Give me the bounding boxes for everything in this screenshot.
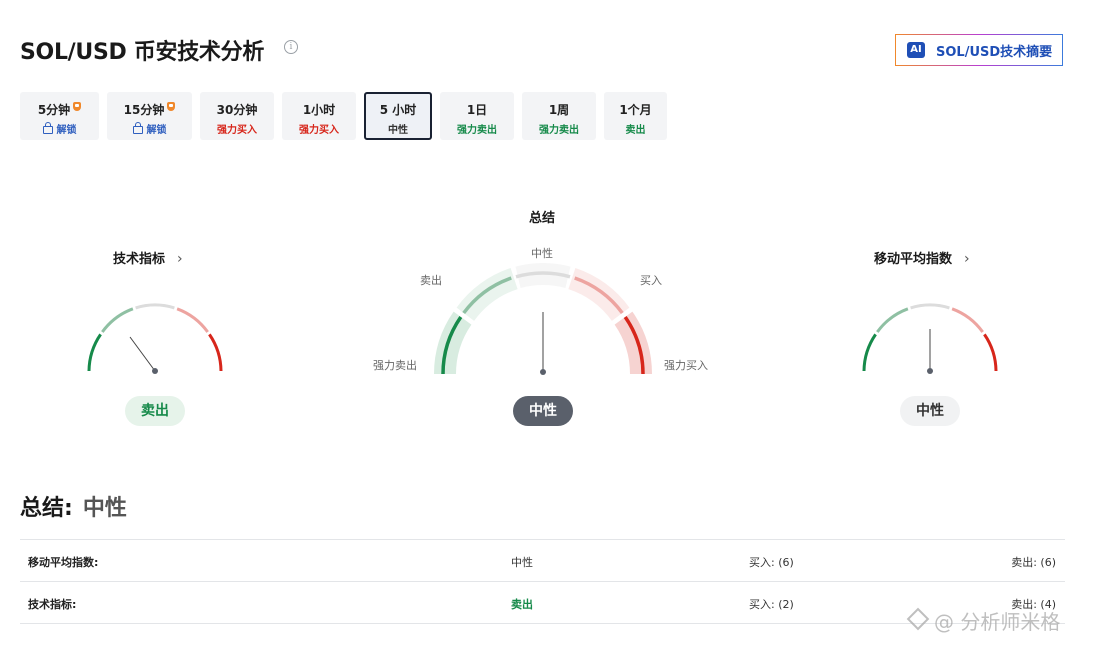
- table-row[interactable]: 移动平均指数: 中性 买入: (6) 卖出: (6): [20, 540, 1065, 582]
- tab-status: 强力卖出: [457, 125, 497, 136]
- row-name: 技术指标:: [28, 598, 77, 611]
- gauge-segment-neutral: [135, 303, 175, 310]
- tab-status: 解锁: [146, 125, 167, 136]
- tab-label: 5 小时: [379, 103, 417, 117]
- gauge-pivot: [927, 368, 933, 374]
- lock-icon: [132, 122, 143, 134]
- lock-icon: [42, 122, 53, 134]
- gauge-segment-sell: [101, 307, 134, 333]
- gauge-segment-neutral: [910, 303, 950, 310]
- gauge-pivot: [152, 368, 158, 374]
- watermark-logo-icon: [906, 607, 930, 631]
- tab-30min[interactable]: 30分钟 强力买入: [200, 92, 274, 140]
- tab-status: 强力买入: [217, 125, 257, 136]
- gauge-title: 技术指标: [113, 252, 166, 267]
- technical-gauge: [87, 303, 223, 374]
- tab-label: 1小时: [302, 103, 336, 117]
- gauge-segment-strong-sell: [87, 333, 102, 372]
- summary-result-badge: 中性: [513, 396, 573, 426]
- gauge-segment-buy: [951, 307, 984, 333]
- moving-average-gauge: [862, 303, 998, 374]
- row-name: 移动平均指数:: [28, 556, 99, 569]
- tab-1w[interactable]: 1周 强力卖出: [522, 92, 596, 140]
- summary-heading: 总结: 中性: [20, 490, 127, 522]
- info-icon[interactable]: i: [284, 40, 298, 54]
- watermark: @ 分析师米格: [906, 606, 1061, 635]
- ai-icon: AI: [907, 42, 925, 58]
- tab-status: 卖出: [625, 125, 646, 136]
- tab-label: 5分钟: [37, 103, 71, 117]
- tab-1h[interactable]: 1小时 强力买入: [282, 92, 356, 140]
- summary-heading-value: 中性: [82, 496, 127, 521]
- moving-average-result-badge: 中性: [900, 396, 960, 426]
- technical-result-badge: 卖出: [125, 396, 185, 426]
- gauge-band-strong-sell: [434, 311, 472, 374]
- tab-status: 解锁: [56, 125, 77, 136]
- gauge-band-strong-buy: [614, 311, 652, 374]
- moving-average-link[interactable]: 移动平均指数 ›: [874, 248, 970, 267]
- pro-badge-icon: [167, 102, 176, 111]
- summary-heading-label: 总结:: [20, 496, 73, 521]
- tab-status: 强力买入: [299, 125, 339, 136]
- technical-indicators-link[interactable]: 技术指标 ›: [113, 248, 183, 267]
- tab-label: 1周: [548, 103, 570, 117]
- row-buy-count: 买入: (6): [749, 556, 794, 569]
- summary-gauge: [434, 263, 652, 375]
- gauge-segment-strong-sell: [862, 333, 877, 372]
- pro-badge-icon: [73, 102, 82, 111]
- ai-summary-label: SOL/USD技术摘要: [936, 44, 1053, 60]
- tab-5min[interactable]: 5分钟 解锁: [20, 92, 99, 140]
- tab-label: 30分钟: [216, 103, 258, 117]
- chevron-right-icon: ›: [177, 251, 183, 267]
- scale-label-neutral: 中性: [531, 247, 553, 260]
- gauge-segment-buy: [176, 307, 209, 333]
- summary-gauge-title: 总结: [529, 211, 556, 226]
- tab-status: 强力卖出: [539, 125, 579, 136]
- chevron-right-icon: ›: [964, 251, 970, 267]
- gauge-segment-sell: [876, 307, 909, 333]
- tab-label: 1日: [466, 103, 488, 117]
- row-status: 卖出: [511, 598, 533, 611]
- tab-label: 1个月: [619, 103, 652, 117]
- tab-15min[interactable]: 15分钟 解锁: [107, 92, 192, 140]
- tab-label: 15分钟: [123, 103, 165, 117]
- ai-summary-button[interactable]: AI SOL/USD技术摘要: [895, 34, 1063, 66]
- scale-label-strong-sell: 强力卖出: [373, 359, 417, 372]
- tab-5h[interactable]: 5 小时 中性: [364, 92, 432, 140]
- summary-table: 移动平均指数: 中性 买入: (6) 卖出: (6) 技术指标: 卖出 买入: …: [20, 539, 1065, 624]
- page-title: SOL/USD 币安技术分析: [20, 40, 265, 65]
- gauge-segment-strong-buy: [983, 333, 998, 372]
- row-sell-count: 卖出: (6): [1011, 556, 1056, 569]
- row-buy-count: 买入: (2): [749, 598, 794, 611]
- tab-status: 中性: [388, 125, 408, 136]
- watermark-text: @ 分析师米格: [934, 610, 1061, 634]
- tab-1m[interactable]: 1个月 卖出: [604, 92, 667, 140]
- gauge-title: 移动平均指数: [874, 252, 953, 267]
- tab-1d[interactable]: 1日 强力卖出: [440, 92, 514, 140]
- gauge-pivot: [540, 369, 546, 375]
- gauge-needle: [129, 336, 156, 372]
- row-status: 中性: [511, 556, 533, 569]
- scale-label-strong-buy: 强力买入: [664, 359, 708, 372]
- gauge-segment-strong-buy: [208, 333, 223, 372]
